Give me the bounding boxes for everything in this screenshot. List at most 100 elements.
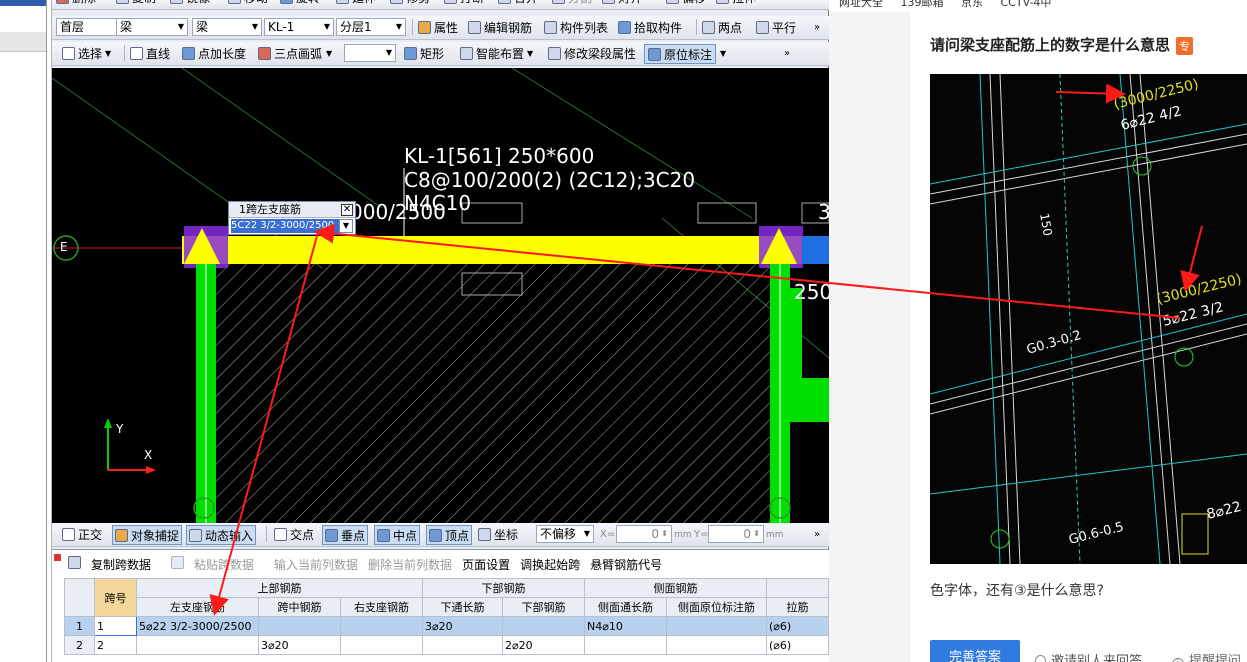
break-tool[interactable]: 打断 bbox=[444, 0, 484, 5]
remind-asker-link[interactable]: i提醒提问 bbox=[1172, 650, 1241, 662]
arc-option-select[interactable]: ▼ bbox=[344, 44, 396, 62]
cell-tie[interactable]: (⌀6) bbox=[766, 635, 829, 655]
three-point-arc-button[interactable]: 三点画弧 ▼ bbox=[258, 42, 332, 65]
coordinate-snap[interactable]: 坐标 bbox=[478, 523, 518, 546]
extend-tool[interactable]: 延伸 bbox=[336, 0, 376, 5]
cell-right-support[interactable] bbox=[340, 616, 423, 636]
question-image[interactable]: (3000/2250) 6⌀22 4/2 (3000/2250) 5⌀22 3/… bbox=[930, 74, 1247, 564]
midpoint-snap[interactable]: 中点 bbox=[374, 525, 421, 545]
cell-bottom-through[interactable]: 3⌀20 bbox=[422, 616, 503, 636]
toolbar-overflow-button[interactable]: » bbox=[814, 16, 820, 39]
edit-rebar-button[interactable]: 编辑钢筋 bbox=[468, 16, 532, 39]
popup-close-icon[interactable]: ✕ bbox=[341, 204, 353, 216]
beam-kl1[interactable] bbox=[182, 236, 829, 264]
cell-left-support[interactable]: 5⌀22 3/2-3000/2500 bbox=[136, 616, 259, 636]
copy-tool[interactable]: 复制 bbox=[116, 0, 156, 5]
right-section-label: 250* bbox=[794, 280, 829, 304]
span-cell[interactable]: 2 bbox=[94, 635, 137, 655]
cell-bottom-rebar[interactable] bbox=[502, 616, 585, 636]
cell-right-support[interactable] bbox=[340, 635, 423, 655]
component-list-button[interactable]: 构件列表 bbox=[544, 16, 608, 39]
split-tool[interactable]: 分割 bbox=[552, 0, 592, 5]
dynamic-input-toggle[interactable]: 动态输入 bbox=[186, 525, 257, 545]
trim-tool[interactable]: 修剪 bbox=[390, 0, 430, 5]
line-icon bbox=[130, 47, 143, 60]
chevron-down-icon[interactable]: ▼ bbox=[339, 219, 353, 233]
invite-answer-link[interactable]: 邀请别人来回答 bbox=[1035, 650, 1142, 662]
in-situ-label-button[interactable]: 原位标注 bbox=[644, 44, 717, 64]
bookmark-item[interactable]: 139邮箱 bbox=[901, 0, 944, 9]
parallel-button[interactable]: 平行 bbox=[756, 16, 796, 39]
y-coordinate-input[interactable]: 0 ⬍ bbox=[708, 525, 764, 543]
modify-span-button[interactable]: 修改梁段属性 bbox=[548, 42, 636, 65]
bookmark-item[interactable]: CCTV-4中 bbox=[1001, 0, 1052, 9]
line-button[interactable]: 直线 bbox=[130, 42, 170, 65]
type-select-1[interactable]: 梁 ▼ bbox=[116, 18, 188, 36]
align-tool[interactable]: 对齐 bbox=[602, 0, 642, 5]
paste-span-button[interactable]: 粘贴跨数据 bbox=[171, 555, 264, 573]
cell-mid-span[interactable]: 3⌀20 bbox=[258, 635, 341, 655]
bookmark-item[interactable]: 网址大全 bbox=[839, 0, 883, 9]
dropdown-arrow-icon[interactable]: ▼ bbox=[720, 42, 726, 65]
x-coordinate-input[interactable]: 0 ⬍ bbox=[616, 525, 672, 543]
copy-span-button[interactable]: 复制跨数据 bbox=[68, 555, 161, 573]
cell-tie[interactable]: (⌀6) bbox=[766, 616, 829, 636]
intersection-snap[interactable]: 交点 bbox=[274, 523, 314, 546]
ucs-y-arrow-icon bbox=[104, 418, 112, 428]
support-ratio-label: 000/2500 bbox=[350, 200, 446, 224]
move-tool[interactable]: 移动 bbox=[228, 0, 268, 5]
object-snap-toggle[interactable]: 对象捕捉 bbox=[112, 525, 183, 545]
input-column-button[interactable]: 输入当前列数据 bbox=[274, 556, 358, 573]
toolbar-overflow-button[interactable]: » bbox=[814, 523, 820, 546]
drawing-canvas[interactable]: KL-1[561] 250*600 C8@100/200(2) (2C12);3… bbox=[52, 68, 829, 523]
arc-icon bbox=[258, 47, 271, 60]
cell-side-through[interactable]: N4⌀10 bbox=[584, 616, 667, 636]
mirror-tool[interactable]: 镜像 bbox=[170, 0, 210, 5]
cell-side-in-situ[interactable] bbox=[666, 616, 767, 636]
delete-column-button[interactable]: 删除当前列数据 bbox=[368, 556, 452, 573]
cantilever-code-button[interactable]: 悬臂钢筋代号 bbox=[590, 556, 662, 573]
cell-side-through[interactable] bbox=[584, 635, 667, 655]
perpendicular-snap[interactable]: 垂点 bbox=[322, 525, 369, 545]
type-select-2[interactable]: 梁 ▼ bbox=[192, 18, 262, 36]
properties-button[interactable]: 属性 bbox=[418, 16, 458, 39]
adjust-start-span-button[interactable]: 调换起始跨 bbox=[520, 556, 580, 573]
point-length-button[interactable]: 点加长度 bbox=[182, 42, 246, 65]
paste-span-icon bbox=[171, 555, 185, 569]
cell-mid-span[interactable] bbox=[258, 616, 341, 636]
rectangle-button[interactable]: 矩形 bbox=[404, 42, 444, 65]
y-label: Y= bbox=[694, 529, 709, 540]
in-situ-input-popup: 1跨左支座筋 ✕ 5C22 3/2-3000/2500 ▼ bbox=[228, 201, 356, 235]
popup-value-input[interactable]: 5C22 3/2-3000/2500 bbox=[231, 219, 339, 233]
pick-component-button[interactable]: 拾取构件 bbox=[618, 16, 682, 39]
ortho-toggle[interactable]: 正交 bbox=[62, 523, 102, 546]
cell-bottom-through[interactable] bbox=[422, 635, 503, 655]
page-setup-button[interactable]: 页面设置 bbox=[462, 556, 510, 573]
span-cell[interactable]: 1 bbox=[94, 616, 137, 636]
toolbar-overflow-button[interactable]: » bbox=[784, 42, 790, 65]
layer-select[interactable]: 分层1 ▼ bbox=[336, 18, 406, 36]
cell-side-in-situ[interactable] bbox=[666, 635, 767, 655]
member-select[interactable]: KL-1 ▼ bbox=[264, 18, 334, 36]
vertex-snap[interactable]: 顶点 bbox=[426, 525, 473, 545]
table-row[interactable]: 1 1 5⌀22 3/2-3000/2500 3⌀20 N4⌀10 (⌀6) bbox=[64, 616, 829, 636]
merge-tool[interactable]: 合并 bbox=[498, 0, 538, 5]
select-button[interactable]: 选择 ▼ bbox=[62, 42, 111, 65]
rotate-tool[interactable]: 旋转 bbox=[280, 0, 320, 5]
background-window-row bbox=[0, 32, 46, 52]
offset-tool[interactable]: 偏移 bbox=[666, 0, 706, 5]
cell-bottom-rebar[interactable]: 2⌀20 bbox=[502, 635, 585, 655]
smart-layout-button[interactable]: 智能布置 ▼ bbox=[460, 42, 533, 65]
row-index: 1 bbox=[64, 616, 95, 636]
label-pencil-icon bbox=[648, 47, 661, 61]
bookmark-item[interactable]: 京东 bbox=[961, 0, 983, 9]
improve-answer-button[interactable]: 完善答案 bbox=[930, 640, 1020, 662]
cell-left-support[interactable] bbox=[136, 635, 259, 655]
two-points-button[interactable]: 两点 bbox=[702, 16, 742, 39]
move-icon bbox=[228, 0, 241, 4]
table-row[interactable]: 2 2 3⌀20 2⌀20 (⌀6) bbox=[64, 635, 829, 655]
row-index-header bbox=[64, 578, 95, 617]
offset-select[interactable]: 不偏移 ▼ bbox=[536, 525, 594, 543]
delete-tool[interactable]: 删除 bbox=[56, 0, 96, 5]
stretch-tool[interactable]: 拉伸 bbox=[716, 0, 756, 5]
